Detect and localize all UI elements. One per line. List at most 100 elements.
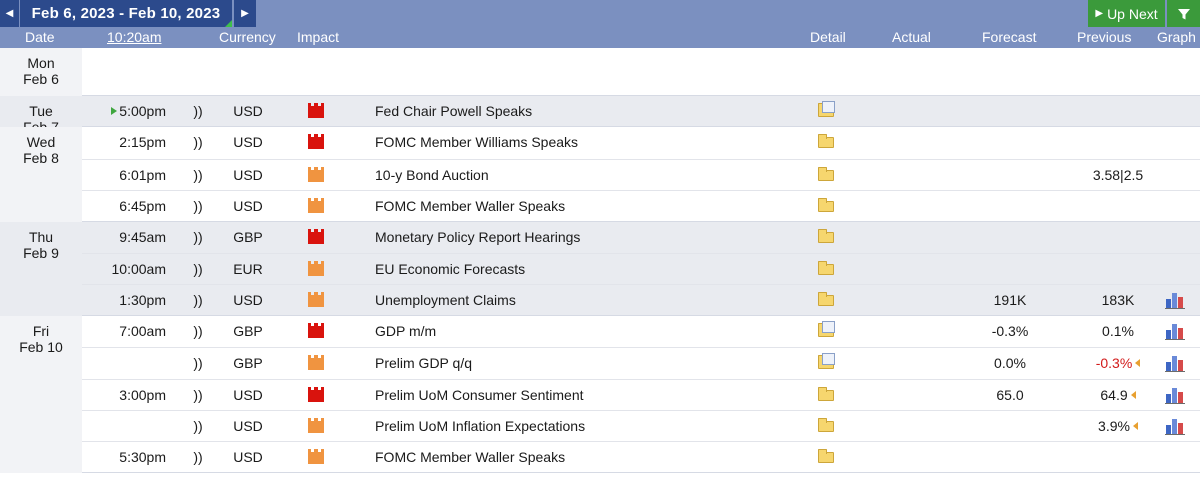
event-graph[interactable] bbox=[1165, 380, 1189, 411]
header-actual: Actual bbox=[892, 29, 931, 45]
sound-alert-icon[interactable]: )) bbox=[192, 348, 204, 379]
event-detail[interactable] bbox=[818, 191, 838, 222]
event-detail[interactable] bbox=[818, 222, 838, 253]
day-label: Thu Feb 9 bbox=[0, 221, 82, 316]
event-graph[interactable] bbox=[1165, 222, 1189, 253]
calendar-row[interactable]: 3:00pm)) USD Prelim UoM Consumer Sentiment… bbox=[82, 378, 1200, 411]
day-date: Feb 9 bbox=[23, 244, 59, 261]
event-graph[interactable] bbox=[1165, 160, 1189, 191]
event-graph[interactable] bbox=[1165, 411, 1189, 442]
event-time-text: 1:30pm bbox=[119, 292, 166, 309]
event-actual bbox=[882, 348, 942, 379]
folder-icon[interactable] bbox=[818, 386, 834, 401]
folder-icon[interactable] bbox=[818, 101, 835, 117]
folder-icon[interactable] bbox=[818, 449, 834, 464]
date-range-selector[interactable]: Feb 6, 2023 - Feb 10, 2023 bbox=[20, 0, 232, 27]
event-detail[interactable] bbox=[818, 254, 838, 285]
folder-icon[interactable] bbox=[818, 353, 835, 370]
event-graph[interactable] bbox=[1165, 316, 1189, 347]
event-actual bbox=[882, 380, 942, 411]
folder-icon[interactable] bbox=[818, 134, 834, 149]
sound-alert-icon[interactable]: )) bbox=[192, 96, 204, 127]
event-detail[interactable] bbox=[818, 285, 838, 316]
event-title[interactable]: Prelim UoM Inflation Expectations bbox=[375, 411, 795, 442]
up-next-button[interactable]: ▶ Up Next bbox=[1088, 0, 1165, 27]
sound-alert-icon[interactable]: )) bbox=[192, 442, 204, 473]
event-time: 6:45pm bbox=[82, 191, 166, 222]
folder-icon[interactable] bbox=[818, 166, 834, 181]
event-graph[interactable] bbox=[1165, 285, 1189, 316]
event-title[interactable]: Monetary Policy Report Hearings bbox=[375, 222, 795, 253]
event-title[interactable]: Prelim UoM Consumer Sentiment bbox=[375, 380, 795, 411]
event-detail[interactable] bbox=[818, 348, 838, 379]
sound-alert-icon[interactable]: )) bbox=[192, 191, 204, 222]
bar-chart-icon[interactable] bbox=[1165, 323, 1185, 340]
event-title[interactable]: FOMC Member Waller Speaks bbox=[375, 442, 795, 473]
event-graph[interactable] bbox=[1165, 96, 1189, 127]
sound-alert-icon[interactable]: )) bbox=[192, 160, 204, 191]
event-title[interactable]: Unemployment Claims bbox=[375, 285, 795, 316]
bar-chart-icon[interactable] bbox=[1165, 418, 1185, 435]
event-title[interactable]: FOMC Member Waller Speaks bbox=[375, 191, 795, 222]
calendar-row[interactable]: )) GBP Prelim GDP q/q 0.0% -0.3% bbox=[82, 347, 1200, 378]
event-title[interactable]: EU Economic Forecasts bbox=[375, 254, 795, 285]
sound-alert-icon[interactable]: )) bbox=[192, 316, 204, 347]
event-graph[interactable] bbox=[1165, 442, 1189, 473]
event-graph[interactable] bbox=[1165, 254, 1189, 285]
calendar-row[interactable]: 1:30pm)) USD Unemployment Claims 191K 183K bbox=[82, 284, 1200, 315]
calendar-toolbar: ◀ Feb 6, 2023 - Feb 10, 2023 ▶ ▶ Up Next bbox=[0, 0, 1200, 27]
previous-week-button[interactable]: ◀ bbox=[0, 0, 19, 27]
bar-chart-icon[interactable] bbox=[1165, 387, 1185, 404]
event-detail[interactable] bbox=[818, 442, 838, 473]
sound-alert-icon[interactable]: )) bbox=[192, 380, 204, 411]
folder-icon[interactable] bbox=[818, 260, 834, 275]
event-detail[interactable] bbox=[818, 316, 838, 347]
event-impact bbox=[308, 160, 328, 191]
folder-icon[interactable] bbox=[818, 228, 834, 243]
event-previous: 64.9 bbox=[1068, 380, 1168, 411]
event-graph[interactable] bbox=[1165, 127, 1189, 158]
sound-alert-icon[interactable]: )) bbox=[192, 411, 204, 442]
event-detail[interactable] bbox=[818, 127, 838, 158]
calendar-row[interactable]: 9:45am)) GBP Monetary Policy Report Hearin… bbox=[82, 222, 1200, 253]
sound-alert-icon[interactable]: )) bbox=[192, 285, 204, 316]
event-title[interactable]: Fed Chair Powell Speaks bbox=[375, 96, 795, 127]
folder-icon[interactable] bbox=[818, 320, 835, 337]
event-graph[interactable] bbox=[1165, 348, 1189, 379]
calendar-row[interactable]: )) USD Prelim UoM Inflation Expectations 3.… bbox=[82, 409, 1200, 442]
sound-alert-icon[interactable]: )) bbox=[192, 254, 204, 285]
calendar-row[interactable]: 5:30pm)) USD FOMC Member Waller Speaks bbox=[82, 441, 1200, 472]
event-title[interactable]: GDP m/m bbox=[375, 316, 795, 347]
calendar-row[interactable]: 7:00am)) GBP GDP m/m -0.3% 0.1% bbox=[82, 316, 1200, 347]
event-previous: 3.58|2.5 bbox=[1068, 160, 1168, 191]
folder-icon[interactable] bbox=[818, 417, 834, 432]
event-title[interactable]: FOMC Member Williams Speaks bbox=[375, 127, 795, 158]
folder-icon[interactable] bbox=[818, 198, 834, 213]
calendar-row[interactable]: 5:00pm)) USD Fed Chair Powell Speaks bbox=[82, 96, 1200, 127]
bar-chart-base bbox=[1165, 402, 1185, 404]
event-previous bbox=[1068, 442, 1168, 473]
event-impact bbox=[308, 411, 328, 442]
event-detail[interactable] bbox=[818, 96, 838, 127]
bar-chart-icon[interactable] bbox=[1165, 292, 1185, 310]
header-time-zone-link[interactable]: 10:20am bbox=[107, 29, 161, 45]
event-detail[interactable] bbox=[818, 380, 838, 411]
calendar-row[interactable]: 2:15pm)) USD FOMC Member Williams Speaks bbox=[82, 127, 1200, 158]
filter-button[interactable] bbox=[1166, 0, 1200, 27]
event-title[interactable]: 10-y Bond Auction bbox=[375, 160, 795, 191]
bar-chart-icon[interactable] bbox=[1165, 355, 1185, 373]
calendar-row[interactable]: 10:00am)) EUR EU Economic Forecasts bbox=[82, 252, 1200, 285]
folder-icon[interactable] bbox=[818, 292, 834, 307]
sound-alert-icon[interactable]: )) bbox=[192, 127, 204, 158]
event-detail[interactable] bbox=[818, 160, 838, 191]
event-title[interactable]: Prelim GDP q/q bbox=[375, 348, 795, 379]
event-graph[interactable] bbox=[1165, 191, 1189, 222]
event-detail[interactable] bbox=[818, 411, 838, 442]
bar-chart-base bbox=[1165, 308, 1185, 310]
next-week-button[interactable]: ▶ bbox=[233, 0, 256, 27]
sound-alert-icon[interactable]: )) bbox=[192, 222, 204, 253]
event-time bbox=[82, 411, 166, 442]
event-forecast bbox=[975, 411, 1045, 442]
calendar-row[interactable]: 6:01pm)) USD 10-y Bond Auction 3.58|2.5 bbox=[82, 158, 1200, 191]
calendar-row[interactable]: 6:45pm)) USD FOMC Member Waller Speaks bbox=[82, 190, 1200, 221]
